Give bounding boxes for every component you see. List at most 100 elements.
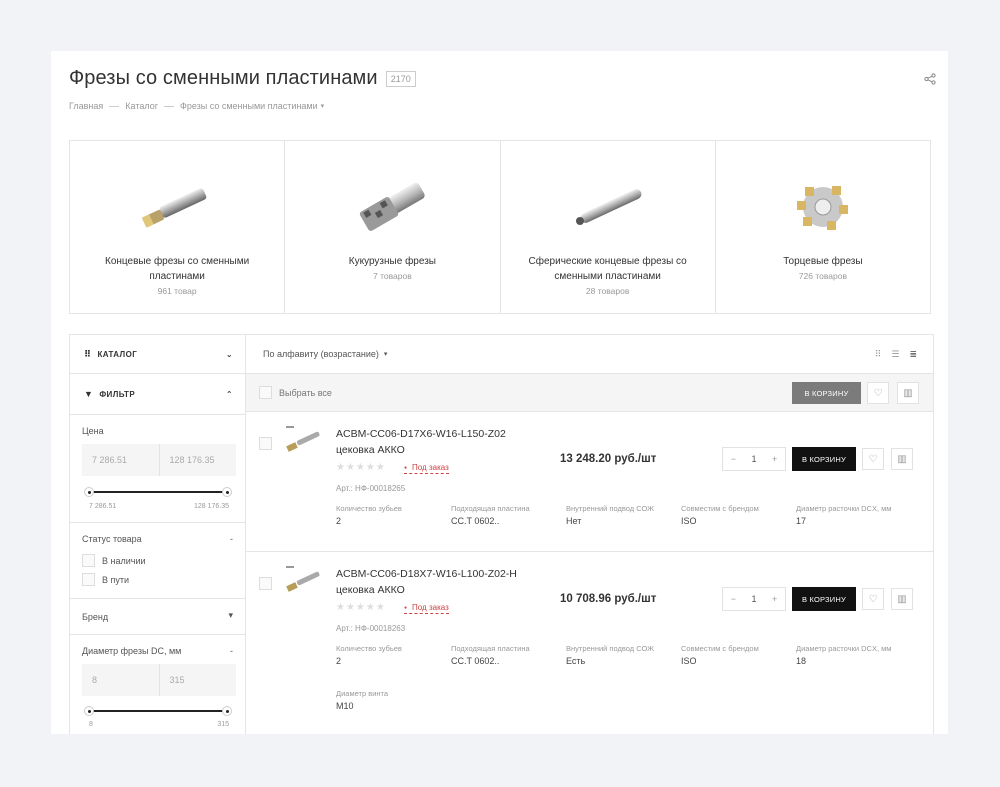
product-checkbox[interactable] <box>259 437 272 450</box>
breadcrumb-home[interactable]: Главная <box>69 101 103 111</box>
property: Диаметр винта M10 <box>336 689 389 711</box>
checkbox[interactable] <box>82 573 95 586</box>
breadcrumb-current[interactable]: Фрезы со сменными пластинами <box>180 101 318 111</box>
funnel-icon: ▼ <box>84 389 94 399</box>
catalog-toggle[interactable]: ⠿ Каталог ⌄ <box>70 335 245 374</box>
status-filter-label[interactable]: Статус товара <box>70 523 245 551</box>
minus-icon[interactable]: − <box>731 594 736 604</box>
page-title: Фрезы со сменными пластинами <box>69 67 378 89</box>
product-properties-extra: Диаметр винта M10 <box>336 689 451 711</box>
plus-icon[interactable]: + <box>772 594 777 604</box>
select-all-label[interactable]: Выбрать все <box>279 388 332 398</box>
price-max-input[interactable]: 128 176.35 <box>160 444 237 476</box>
subcategory-card[interactable]: Кукурузные фрезы 7 товаров <box>285 141 501 313</box>
add-selected-to-cart-button[interactable]: В корзину <box>792 382 861 404</box>
subcategory-name[interactable]: Кукурузные фрезы 7 товаров <box>295 254 489 284</box>
chevron-up-icon: ⌃ <box>225 389 233 399</box>
diameter-max-input[interactable]: 315 <box>160 664 237 696</box>
plus-icon[interactable]: + <box>772 454 777 464</box>
product-title[interactable]: ACBM-CC06-D18X7-W16-L100-Z02-H цековка А… <box>336 566 546 598</box>
property: Количество зубьев 2 <box>336 504 402 526</box>
checkbox[interactable] <box>82 554 95 567</box>
title-row: Фрезы со сменными пластинами 2170 <box>69 67 416 90</box>
price-slider-max-handle[interactable] <box>222 487 232 497</box>
list-view-icon[interactable]: ☰ <box>891 349 899 360</box>
add-to-cart-button[interactable]: В корзину <box>792 587 856 611</box>
diameter-slider-max-handle[interactable] <box>222 706 232 716</box>
collapse-icon[interactable]: - <box>230 646 233 656</box>
tile-view-icon[interactable]: ⠿ <box>875 349 882 360</box>
chevron-down-icon[interactable]: ▾ <box>384 350 388 358</box>
filter-sidebar: ⠿ Каталог ⌄ ▼ Фильтр ⌃ Цена 7 286.51 128… <box>69 334 246 734</box>
subcategory-name[interactable]: Сферические концевые фрезы со сменными п… <box>511 254 705 299</box>
product-checkbox[interactable] <box>259 577 272 590</box>
quantity-stepper: − 1 + <box>722 587 786 611</box>
diameter-min-input[interactable]: 8 <box>82 664 160 696</box>
status-option-in-stock[interactable]: В наличии <box>70 551 245 570</box>
price-range-inputs: 7 286.51 128 176.35 <box>82 444 236 476</box>
diameter-slider-track <box>89 710 229 712</box>
product-count-badge: 2170 <box>385 70 416 87</box>
price-filter: Цена 7 286.51 128 176.35 7 286.51 128 17… <box>70 415 245 523</box>
select-all-bar: Выбрать все В корзину ♡ ▥ <box>246 373 933 411</box>
chevron-down-icon[interactable]: ▾ <box>321 102 325 110</box>
bar-chart-icon[interactable]: ▥ <box>891 588 913 610</box>
chevron-down-icon[interactable]: ▾ <box>228 610 233 621</box>
product-title[interactable]: ACBM-CC06-D17X6-W16-L150-Z02 цековка АКК… <box>336 426 546 458</box>
brand-filter-label[interactable]: Бренд <box>70 599 245 622</box>
add-to-cart-button[interactable]: В корзину <box>792 447 856 471</box>
subcategory-count: 726 товаров <box>798 271 847 281</box>
diameter-filter: Диаметр фрезы DC, мм - 8 315 8 315 <box>70 635 245 734</box>
sort-bar: По алфавиту (возрастание) ▾ ⠿ ☰ ≣ <box>246 335 933 373</box>
subcategory-name[interactable]: Торцевые фрезы 726 товаров <box>726 254 920 284</box>
bar-chart-icon[interactable]: ▥ <box>897 382 919 404</box>
property: Подходящая пластина CC.T 0602.. <box>451 504 530 526</box>
subcategory-name[interactable]: Концевые фрезы со сменными пластинами 96… <box>80 254 274 299</box>
heart-icon[interactable]: ♡ <box>867 382 889 404</box>
product-article: Арт.: НФ-00018263 <box>336 624 406 633</box>
breadcrumb: Главная Каталог Фрезы со сменными пласти… <box>69 101 324 111</box>
subcategory-grid: Концевые фрезы со сменными пластинами 96… <box>69 140 931 314</box>
collapse-icon[interactable]: - <box>230 534 233 544</box>
product-image[interactable] <box>284 564 324 604</box>
quantity-value[interactable]: 1 <box>751 454 756 464</box>
filter-toggle[interactable]: ▼ Фильтр ⌃ <box>70 374 245 415</box>
brand-filter[interactable]: Бренд ▾ <box>70 599 245 635</box>
table-view-icon[interactable]: ≣ <box>909 349 917 360</box>
share-icon[interactable] <box>924 73 936 85</box>
product-image[interactable] <box>284 424 324 464</box>
breadcrumb-catalog[interactable]: Каталог <box>125 101 158 111</box>
price-filter-label[interactable]: Цена <box>70 426 104 436</box>
property: Внутренний подвод СОЖ Есть <box>566 644 655 666</box>
diameter-slider-min-handle[interactable] <box>84 706 94 716</box>
diameter-range-inputs: 8 315 <box>82 664 236 696</box>
product-price: 13 248.20 руб./шт <box>560 453 657 465</box>
price-slider-min-handle[interactable] <box>84 487 94 497</box>
diameter-filter-label[interactable]: Диаметр фрезы DC, мм <box>70 646 181 656</box>
minus-icon[interactable]: − <box>731 454 736 464</box>
subcategory-count: 28 товаров <box>585 286 630 296</box>
product-properties: Количество зубьев 2 Подходящая пластина CC… <box>336 504 911 526</box>
subcategory-card[interactable]: Концевые фрезы со сменными пластинами 96… <box>70 141 286 313</box>
quantity-stepper: − 1 + <box>722 447 786 471</box>
product-row: ACBM-CC06-D18X7-W16-L100-Z02-H цековка А… <box>246 551 933 726</box>
property: Диаметр расточки DCX, мм 18 <box>796 644 892 666</box>
property: Совместим с брендом ISO <box>681 504 759 526</box>
sort-select[interactable]: По алфавиту (возрастание) <box>263 349 379 359</box>
rating-stars: ★★★★★ <box>336 602 386 613</box>
quantity-value[interactable]: 1 <box>751 594 756 604</box>
status-option-in-transit[interactable]: В пути <box>70 570 245 589</box>
property: Диаметр расточки DCX, мм 17 <box>796 504 892 526</box>
heart-icon[interactable]: ♡ <box>862 588 884 610</box>
page-container: Фрезы со сменными пластинами 2170 Главна… <box>51 51 948 734</box>
property: Внутренний подвод СОЖ Нет <box>566 504 655 526</box>
price-min-input[interactable]: 7 286.51 <box>82 444 160 476</box>
product-article: Арт.: НФ-00018265 <box>336 484 406 493</box>
heart-icon[interactable]: ♡ <box>862 448 884 470</box>
subcategory-card[interactable]: Торцевые фрезы 726 товаров <box>716 141 930 313</box>
availability-status: Под заказ <box>404 603 449 615</box>
subcategory-card[interactable]: Сферические концевые фрезы со сменными п… <box>501 141 716 313</box>
bar-chart-icon[interactable]: ▥ <box>891 448 913 470</box>
select-all-checkbox[interactable] <box>259 386 272 399</box>
product-price: 10 708.96 руб./шт <box>560 593 657 605</box>
